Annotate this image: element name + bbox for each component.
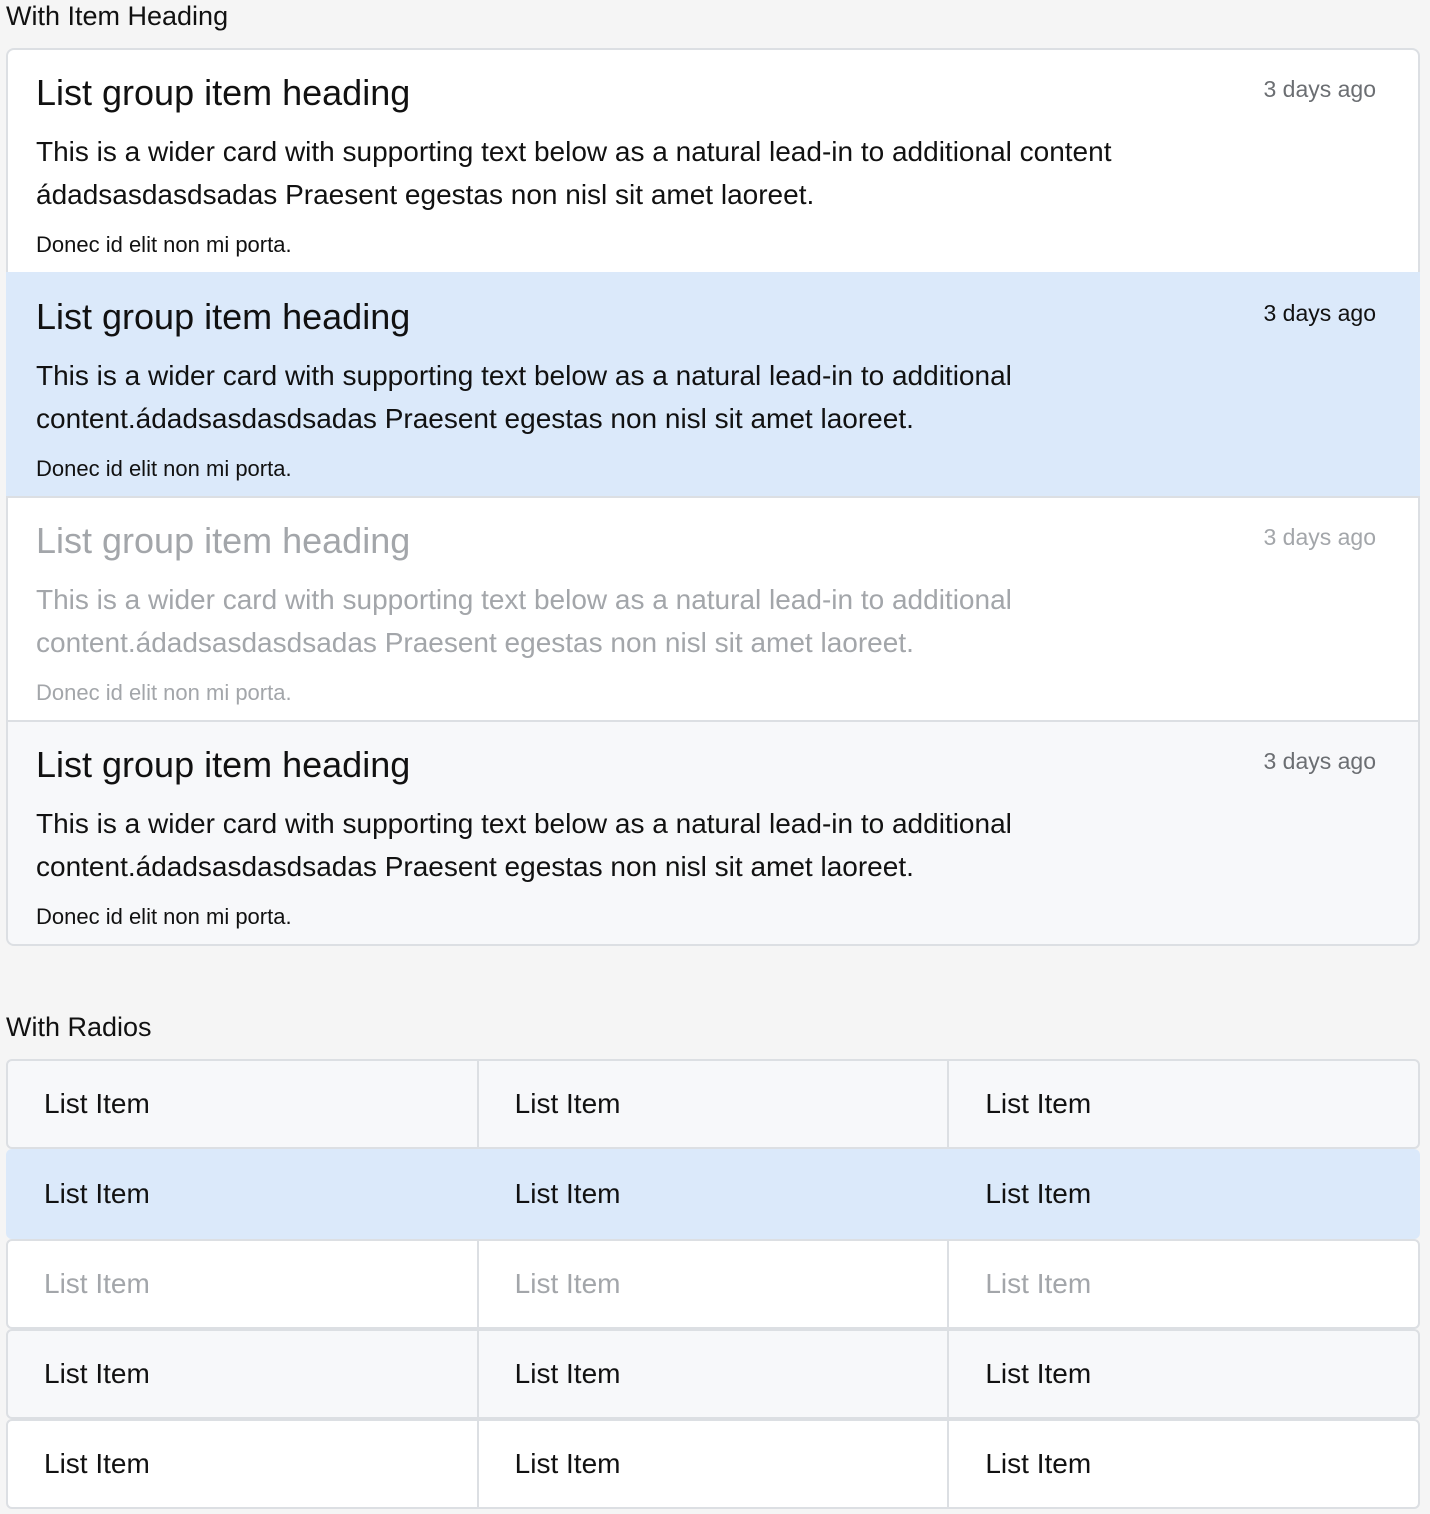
radio-list-item: List Item [44,1268,150,1299]
radio-list-item[interactable]: List Item [8,1061,477,1147]
radios-list-grid: List Item List Item List Item List Item … [6,1059,1420,1509]
item-text: This is a wider card with supporting tex… [36,360,1012,434]
radio-list-item[interactable]: List Item [947,1151,1418,1237]
list-group-with-headings: List group item heading 3 days ago This … [6,48,1420,946]
section-title-radios: With Radios [6,1012,152,1042]
radio-row-disabled: List Item List Item List Item [6,1239,1420,1329]
section-title-item-heading: With Item Heading [6,1,229,31]
radio-list-item[interactable]: List Item [947,1331,1418,1417]
radio-row: List Item List Item List Item [6,1329,1420,1419]
radio-list-item[interactable]: List Item [8,1421,477,1507]
list-group-item-light[interactable]: List group item heading 3 days ago This … [6,720,1420,946]
item-time: 3 days ago [1263,300,1376,326]
item-small: Donec id elit non mi porta. [36,456,292,481]
radio-list-item[interactable]: List Item [476,1061,948,1147]
radio-list-item[interactable]: List Item [8,1151,477,1237]
page: With Item Heading List group item headin… [0,0,1430,1514]
radio-list-item: List Item [947,1241,1418,1327]
item-small: Donec id elit non mi porta. [36,232,292,257]
radio-list-item[interactable]: List Item [476,1331,948,1417]
radio-list-item[interactable]: List Item [476,1421,948,1507]
item-heading: List group item heading [36,520,411,561]
item-time: 3 days ago [1263,76,1376,102]
item-text: This is a wider card with supporting tex… [36,808,1012,882]
item-heading: List group item heading [36,72,411,113]
radio-list-item[interactable]: List Item [947,1421,1418,1507]
list-group-item-disabled: List group item heading 3 days ago This … [6,496,1420,722]
radio-list-item[interactable]: List Item [476,1151,948,1237]
radio-list-item[interactable]: List Item [947,1061,1418,1147]
list-group-item-active[interactable]: List group item heading 3 days ago This … [6,272,1420,498]
radio-row-active: List Item List Item List Item [6,1149,1420,1239]
item-text: This is a wider card with supporting tex… [36,584,1012,658]
item-time: 3 days ago [1263,524,1376,550]
item-small: Donec id elit non mi porta. [36,904,292,929]
item-text: This is a wider card with supporting tex… [36,136,1112,210]
radio-list-item: List Item [476,1241,948,1327]
item-small: Donec id elit non mi porta. [36,680,292,705]
radio-list-item[interactable]: List Item [8,1331,477,1417]
item-time: 3 days ago [1263,748,1376,774]
list-group-item[interactable]: List group item heading 3 days ago This … [6,48,1420,274]
radio-row: List Item List Item List Item [6,1419,1420,1509]
item-heading: List group item heading [36,296,411,337]
radio-row: List Item List Item List Item [6,1059,1420,1149]
item-heading: List group item heading [36,744,411,785]
